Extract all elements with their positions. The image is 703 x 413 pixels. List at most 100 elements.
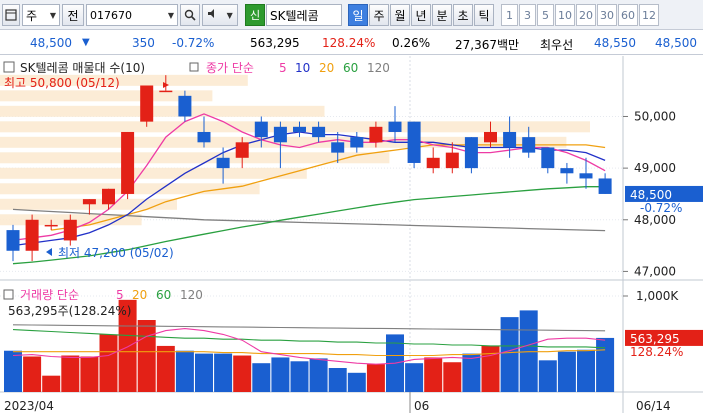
candle-body[interactable]: [407, 121, 421, 163]
candle-body[interactable]: [159, 90, 173, 93]
chart-toolbar: 주 ▼ 전 017670 ▼ ▼ 신 SK텔레콤 일 주 월 년 분 초 틱 1 3 5 10 20 3…: [0, 0, 703, 30]
window-icon[interactable]: [2, 4, 20, 26]
candle-body[interactable]: [369, 126, 383, 143]
period-tab-0[interactable]: 일: [348, 4, 368, 26]
candle-body[interactable]: [464, 137, 478, 169]
volume-bar[interactable]: [137, 320, 156, 392]
candle-body[interactable]: [6, 230, 20, 251]
price-axis-label: 47,000: [634, 264, 676, 278]
volume-profile-bar: [0, 105, 325, 117]
period-tab-5[interactable]: 초: [453, 4, 473, 26]
price-panel-title: SK텔레콤 매물대 수(10): [20, 61, 145, 75]
candle-body[interactable]: [25, 219, 39, 251]
volume-bar[interactable]: [42, 375, 61, 392]
volume-bar[interactable]: [99, 334, 118, 392]
date-axis-label-current: 06/14: [636, 399, 671, 413]
candle-body[interactable]: [579, 173, 593, 179]
volume-bar[interactable]: [271, 357, 290, 392]
candle-body[interactable]: [445, 152, 459, 169]
new-badge: 신: [245, 4, 265, 26]
market-select[interactable]: 주 ▼: [22, 4, 60, 26]
candle-body[interactable]: [63, 219, 77, 241]
volume-bar[interactable]: [328, 368, 347, 392]
candle-body[interactable]: [541, 147, 555, 169]
interval-button-60[interactable]: 60: [618, 4, 638, 26]
volume-bar[interactable]: [443, 362, 462, 392]
interval-button-30[interactable]: 30: [597, 4, 617, 26]
period-tab-6[interactable]: 틱: [474, 4, 494, 26]
volume-bar[interactable]: [156, 345, 175, 392]
period-tab-3[interactable]: 년: [411, 4, 431, 26]
volume-bar[interactable]: [195, 353, 213, 392]
candle-body[interactable]: [216, 157, 230, 169]
magnifier-icon[interactable]: [180, 4, 200, 26]
volume-bar[interactable]: [347, 372, 366, 392]
stock-code-input[interactable]: 017670 ▼: [86, 4, 178, 26]
volume-bar[interactable]: [577, 349, 595, 392]
candle-body[interactable]: [350, 137, 364, 148]
volume-bar[interactable]: [252, 363, 271, 392]
volume-bar[interactable]: [80, 356, 99, 392]
panel-checkbox[interactable]: [3, 61, 15, 73]
volume-axis-label: 1,000K: [636, 289, 679, 303]
volume-bar[interactable]: [500, 317, 519, 392]
volume-bar[interactable]: [214, 353, 233, 392]
candle-body[interactable]: [235, 142, 249, 158]
volume-bar[interactable]: [4, 350, 22, 392]
date-axis-label-start: 2023/04: [4, 399, 54, 413]
volume-bar[interactable]: [596, 337, 615, 392]
stock-name-field[interactable]: SK텔레콤: [266, 4, 342, 26]
period-tab-4[interactable]: 분: [432, 4, 452, 26]
candle-body[interactable]: [426, 157, 440, 169]
candle-body[interactable]: [503, 131, 517, 148]
candle-body[interactable]: [522, 137, 536, 153]
volume-bar[interactable]: [538, 360, 557, 392]
stock-chart[interactable]: SK텔레콤 매물대 수(10) 종가 단순 5 10 20 60 120 최고 50,800 …: [0, 56, 703, 413]
period-tab-1[interactable]: 주: [369, 4, 389, 26]
volume-bar[interactable]: [557, 351, 576, 392]
candle-body[interactable]: [254, 121, 268, 138]
price-axis-label: 50,000: [634, 109, 676, 123]
candle-body[interactable]: [293, 126, 306, 132]
volume-bar[interactable]: [290, 361, 309, 392]
candle-body[interactable]: [178, 95, 192, 117]
candle-body[interactable]: [331, 142, 345, 153]
volume-bar[interactable]: [233, 355, 252, 392]
volume-bar[interactable]: [366, 364, 385, 392]
candle-body[interactable]: [598, 178, 612, 194]
interval-button-3[interactable]: 3: [519, 4, 536, 26]
current-price: 48,500: [30, 36, 72, 50]
volume-bar[interactable]: [309, 358, 328, 392]
candle-body[interactable]: [273, 126, 287, 143]
candle-body[interactable]: [140, 85, 154, 122]
period-tab-2[interactable]: 월: [390, 4, 410, 26]
candle-body[interactable]: [121, 131, 135, 194]
volume-bar[interactable]: [462, 353, 481, 392]
high-price-label: 최고 50,800 (05/12): [4, 76, 120, 90]
interval-button-1[interactable]: 1: [501, 4, 518, 26]
candle-body[interactable]: [44, 224, 58, 227]
volume-checkbox[interactable]: [3, 289, 14, 300]
speaker-icon: [207, 8, 218, 22]
candle-body[interactable]: [484, 131, 497, 143]
code-mode-button[interactable]: 전: [62, 4, 84, 26]
interval-button-12[interactable]: 12: [639, 4, 659, 26]
volume-bar[interactable]: [61, 355, 80, 392]
candle-body[interactable]: [312, 126, 326, 138]
candle-body[interactable]: [388, 121, 402, 132]
low-price-label: 최저 47,200 (05/02): [58, 246, 174, 260]
volume-bar[interactable]: [424, 357, 443, 392]
candle-body[interactable]: [197, 131, 211, 143]
interval-button-20[interactable]: 20: [576, 4, 596, 26]
speaker-button[interactable]: ▼: [202, 4, 238, 26]
ma-period-5: 5: [279, 61, 287, 75]
volume-bar[interactable]: [23, 356, 42, 392]
volume-bar[interactable]: [175, 350, 194, 392]
interval-button-5[interactable]: 5: [537, 4, 554, 26]
candle-body[interactable]: [560, 168, 574, 174]
candle-body[interactable]: [102, 188, 115, 205]
legend-checkbox[interactable]: [189, 62, 199, 72]
candle-body[interactable]: [82, 199, 96, 205]
volume-bar[interactable]: [405, 363, 424, 392]
interval-button-10[interactable]: 10: [555, 4, 575, 26]
